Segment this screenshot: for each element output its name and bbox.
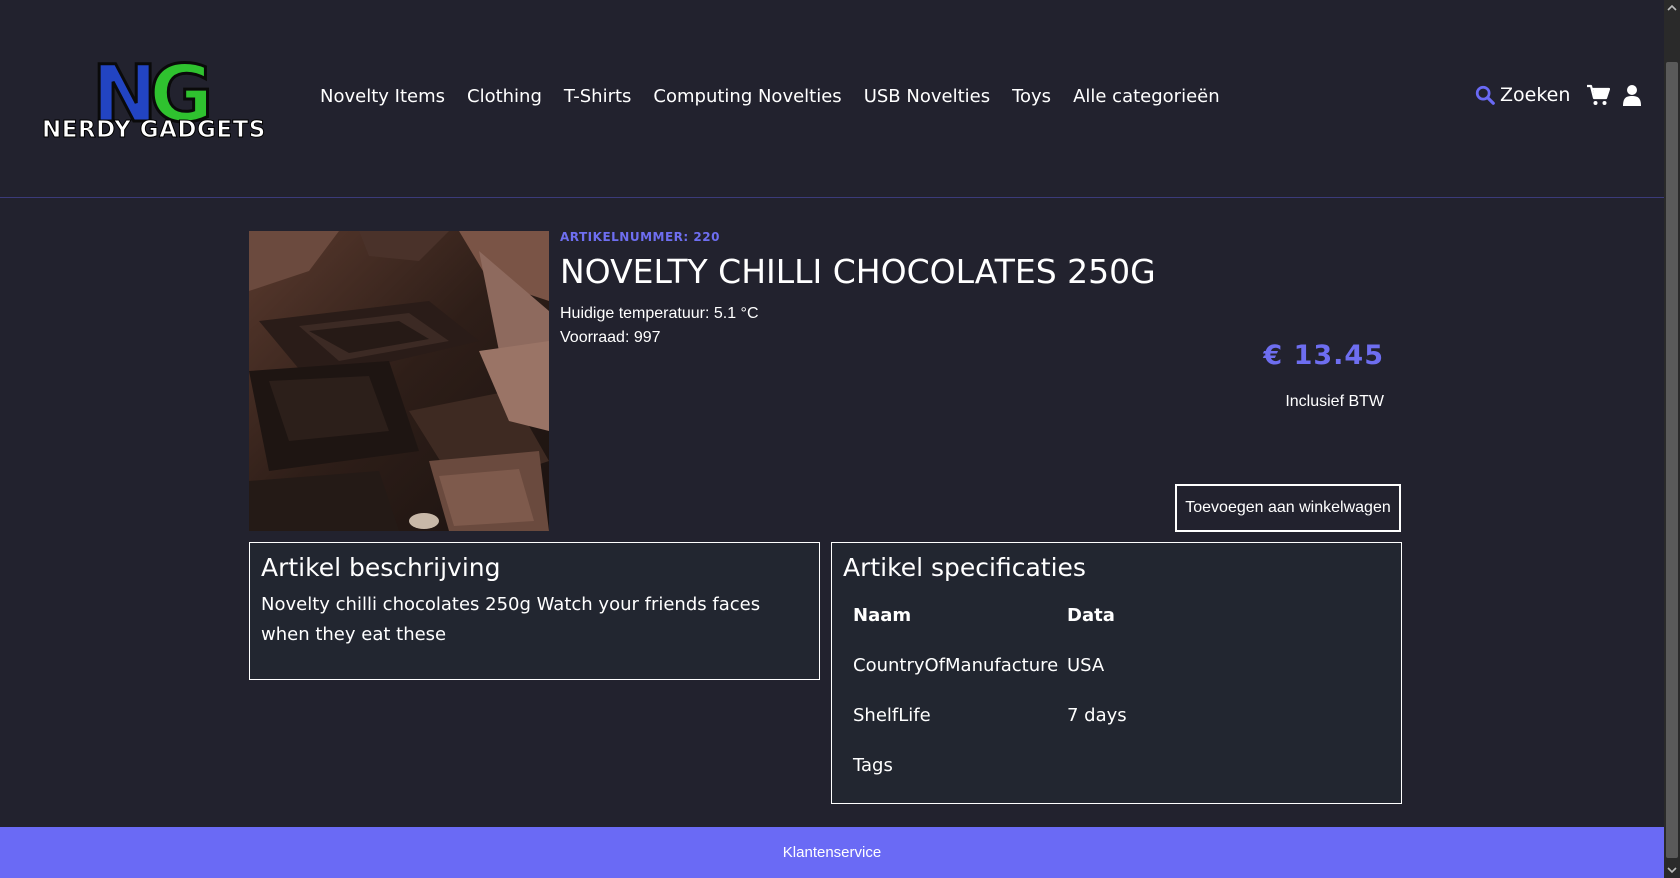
column-header-data: Data [1067,604,1115,626]
site-header: NG NERDY GADGETS Novelty Items Clothing … [0,0,1664,198]
spec-value: 7 days [1067,704,1127,726]
search-link[interactable]: Zoeken [1500,84,1570,106]
user-icon[interactable] [1622,84,1642,106]
description-text: Novelty chilli chocolates 250g Watch you… [261,594,761,645]
spec-name: CountryOfManufacture [853,654,1059,676]
spec-name: ShelfLife [853,704,931,726]
description-title: Artikel beschrijving [261,553,501,582]
nav-item-novelty-items[interactable]: Novelty Items [320,86,445,107]
description-panel: Artikel beschrijving Novelty chilli choc… [249,542,820,680]
vertical-scrollbar[interactable] [1664,0,1680,878]
main-nav: Novelty Items Clothing T-Shirts Computin… [320,86,1242,107]
column-header-name: Naam [853,604,912,626]
nav-item-toys[interactable]: Toys [1012,86,1051,107]
nav-item-t-shirts[interactable]: T-Shirts [564,86,632,107]
specifications-table: Naam Data CountryOfManufacture USA Shelf… [853,590,1127,790]
header-actions: Zoeken [1474,84,1642,106]
page: NG NERDY GADGETS Novelty Items Clothing … [0,0,1664,878]
table-header-row: Naam Data [853,590,1127,640]
table-row: CountryOfManufacture USA [853,640,1127,690]
spec-value: USA [1067,654,1105,676]
chocolate-image [249,231,549,531]
temperature-text: Huidige temperatuur: 5.1 °C [560,305,759,322]
site-logo[interactable]: NG NERDY GADGETS [42,54,268,147]
product-title: NOVELTY CHILLI CHOCOLATES 250G [560,252,1156,291]
add-to-cart-button[interactable]: Toevoegen aan winkelwagen [1175,484,1401,532]
spec-value [1067,740,1127,790]
nav-item-computing-novelties[interactable]: Computing Novelties [653,86,841,107]
search-icon[interactable] [1474,84,1496,106]
spec-name: Tags [853,754,893,776]
table-row: Tags [853,740,1127,790]
logo-text: NERDY GADGETS [42,117,266,144]
table-row: ShelfLife 7 days [853,690,1127,740]
cart-icon[interactable] [1586,84,1611,106]
stock-text: Voorraad: 997 [560,329,661,346]
product-price: € 13.45 [1263,340,1384,371]
nav-item-all-categories[interactable]: Alle categorieën [1073,86,1220,107]
nav-item-clothing[interactable]: Clothing [467,86,542,107]
vat-note: Inclusief BTW [1285,393,1384,410]
article-number: ARTIKELNUMMER: 220 [560,230,720,244]
scroll-up-arrow-icon[interactable] [1664,0,1680,16]
specifications-panel: Artikel specificaties Naam Data CountryO… [831,542,1402,804]
customer-service-link[interactable]: Klantenservice [783,844,881,861]
specifications-title: Artikel specificaties [843,553,1086,582]
scroll-down-arrow-icon[interactable] [1664,862,1680,878]
product-image [249,231,549,531]
nav-item-usb-novelties[interactable]: USB Novelties [864,86,990,107]
site-footer: Klantenservice [0,827,1664,878]
scrollbar-thumb[interactable] [1666,62,1678,858]
